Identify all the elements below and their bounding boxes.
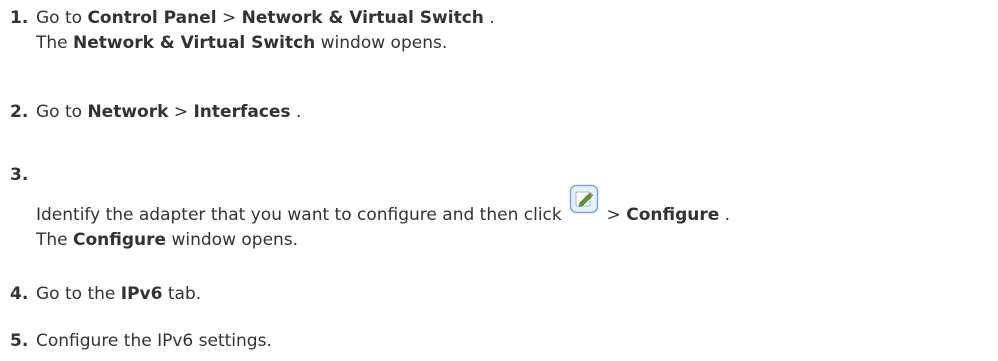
step-3-line-2: The Configure window opens. (36, 230, 299, 250)
menu-path-network-virtual-switch: Network & Virtual Switch (241, 8, 484, 28)
window-name: Configure (73, 230, 167, 250)
step-5-line-1: 5. Configure the IPv6 settings. (10, 329, 272, 354)
menu-path-interfaces: Interfaces (193, 102, 291, 122)
step-3: 3. Identify the adapter that you want to… (10, 163, 730, 253)
procedure-steps: 1. Go to Control Panel > Network & Virtua… (0, 0, 998, 361)
edit-icon (569, 184, 599, 214)
step-1: 1. Go to Control Panel > Network & Virtua… (10, 6, 495, 56)
step-1-line-1: 1. Go to Control Panel > Network & Virtua… (10, 6, 495, 31)
step-number: 3. (10, 165, 29, 185)
step-3-line-1: Identify the adapter that you want to co… (36, 184, 730, 228)
step-2: 2. Go to Network > Interfaces . (10, 100, 301, 125)
step-number: 2. (10, 102, 29, 122)
step-4-line-1: 4. Go to the IPv6 tab. (10, 282, 201, 307)
step-number: 5. (10, 331, 29, 351)
step-2-line-1: 2. Go to Network > Interfaces . (10, 100, 301, 125)
step-4: 4. Go to the IPv6 tab. (10, 282, 201, 307)
step-1-line-2: The Network & Virtual Switch window open… (36, 33, 448, 53)
tab-name-ipv6: IPv6 (120, 284, 163, 304)
menu-path-network: Network (87, 102, 169, 122)
step-number: 1. (10, 8, 29, 28)
window-name: Network & Virtual Switch (73, 33, 316, 53)
menu-option-configure: Configure (626, 205, 720, 225)
step-5: 5. Configure the IPv6 settings. (10, 329, 272, 354)
step-number: 4. (10, 284, 29, 304)
step-3-number-line: 3. (10, 163, 730, 188)
menu-path-control-panel: Control Panel (87, 8, 217, 28)
